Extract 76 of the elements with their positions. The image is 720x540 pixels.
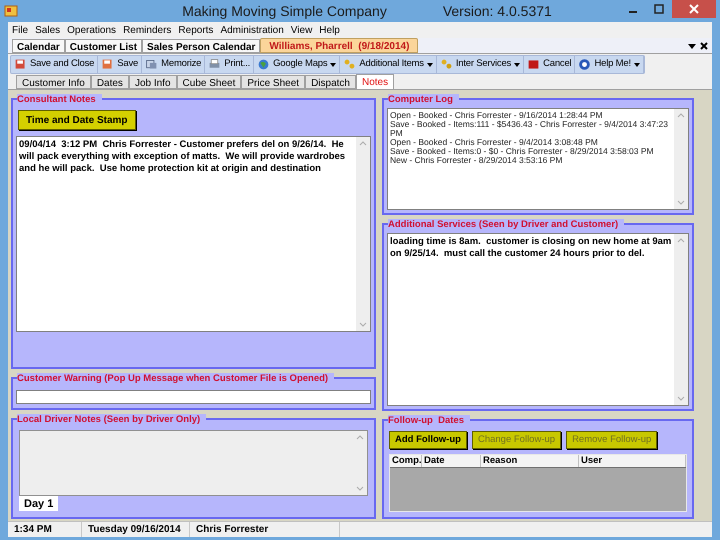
scroll-down-icon[interactable] <box>677 396 685 401</box>
toolbar-button[interactable]: Memorize <box>142 56 206 73</box>
close-icon <box>689 4 699 14</box>
document-tab[interactable]: Calendar <box>12 39 65 53</box>
document-icon <box>145 58 158 71</box>
log-entry: New - Chris Forrester - 8/29/2014 3:53:16 PM <box>390 156 564 165</box>
scrollbar[interactable] <box>356 137 370 331</box>
maximize-icon <box>654 4 664 14</box>
app-icon <box>4 4 18 18</box>
scroll-down-icon[interactable] <box>359 322 367 327</box>
log-entry: Save - Booked - Items:111 - $5436.43 - Chris Forrester - 9/4/2014 3:47:23 PM <box>390 120 669 138</box>
driver-notes-field[interactable] <box>19 430 368 496</box>
warning-field[interactable] <box>16 390 371 404</box>
menu-item[interactable]: Reminders <box>123 22 172 38</box>
notes-field[interactable]: 09/04/14 3:12 PM Chris Forrester - Customer prefers del on 9/26/14. He will pack everything with exception of matts. We will provide wardrobes and he will pack. Use home protection kit at origin and destination <box>16 136 371 332</box>
column-header[interactable]: Date <box>422 455 481 467</box>
stop-icon <box>527 58 540 71</box>
close-icon[interactable] <box>700 42 708 50</box>
toolbar-button[interactable]: Save <box>98 56 142 73</box>
close-button[interactable] <box>672 0 716 18</box>
stamp-button[interactable]: Time and Date Stamp <box>18 110 136 130</box>
toolbar-button[interactable]: Print... <box>205 56 254 73</box>
toolbar-button[interactable]: Save and Close <box>11 56 98 73</box>
scrollbar[interactable] <box>674 109 688 209</box>
toolbar-button[interactable]: Help Me! <box>575 56 644 73</box>
menu-item[interactable]: View <box>290 22 312 38</box>
scroll-down-icon[interactable] <box>677 200 685 205</box>
menu-item[interactable]: File <box>12 22 28 38</box>
tab[interactable]: Cube Sheet <box>176 75 242 89</box>
dropdown-icon[interactable] <box>688 44 696 48</box>
column-header[interactable]: Comp. <box>390 455 422 467</box>
printer-icon <box>208 58 222 71</box>
services-field[interactable]: loading time is 8am. customer is closing on new home at 9am on 9/25/14. must call the customer 24 hours prior to del. <box>387 233 689 406</box>
scrollbar[interactable] <box>674 234 688 405</box>
toolbar-button[interactable]: Inter Services <box>436 56 524 73</box>
menu-item[interactable]: Sales <box>35 22 60 38</box>
document-tab[interactable]: Customer List <box>64 39 142 53</box>
log-entry: Open - Booked - Chris Forrester - 9/16/2014 1:28:44 PM <box>390 111 604 120</box>
tab[interactable]: Customer Info <box>16 75 91 89</box>
status-text: 1:34 PM <box>8 522 82 537</box>
tab[interactable]: Job Info <box>128 75 177 89</box>
panel-title: Customer Warning (Pop Up Message when Customer File is Opened) <box>17 373 334 385</box>
tab[interactable]: Notes <box>356 74 394 89</box>
globe-icon <box>257 58 270 71</box>
scroll-up-icon[interactable] <box>359 141 367 146</box>
scroll-up-icon[interactable] <box>356 435 364 440</box>
tab[interactable]: Dispatch <box>305 75 356 89</box>
window-title: Making Moving Simple Company <box>182 2 387 21</box>
column-header[interactable]: Reason <box>481 455 579 467</box>
toolbar-button[interactable]: Google Maps <box>254 56 340 73</box>
document-tab[interactable]: Williams, Pharrell (9/18/2014) <box>260 38 418 53</box>
version-label: Version: 4.0.5371 <box>442 2 552 20</box>
menu-item[interactable]: Reports <box>178 22 214 38</box>
toolbar-button[interactable]: Additional Items <box>340 56 437 73</box>
status-text: Chris Forrester <box>190 522 340 537</box>
document-tab[interactable]: Sales Person Calendar <box>142 39 260 53</box>
scroll-up-icon[interactable] <box>677 113 685 118</box>
column-header[interactable]: User <box>579 455 686 467</box>
tab[interactable]: Dates <box>90 75 129 89</box>
status-text: Tuesday 09/16/2014 <box>82 522 190 537</box>
scroll-up-icon[interactable] <box>677 238 685 243</box>
panel-title: Computer Log <box>388 94 459 106</box>
minimize-icon <box>629 11 637 13</box>
log-entry: Open - Booked - Chris Forrester - 9/4/2014 3:08:48 PM <box>390 138 599 147</box>
day-tab[interactable]: Day 1 <box>19 496 58 511</box>
menu-item[interactable]: Administration <box>220 22 284 38</box>
panel-title: Follow-up Dates <box>388 415 470 427</box>
tab[interactable]: Price Sheet <box>241 75 306 89</box>
menu-item[interactable]: Operations <box>67 22 116 38</box>
log-entry: Save - Booked - Items:0 - $0 - Chris Forrester - 8/29/2014 3:58:03 PM <box>390 147 655 156</box>
scroll-down-icon[interactable] <box>356 486 364 491</box>
panel-title: Additional Services (Seen by Driver and Customer) <box>388 219 624 231</box>
panel-title: Local Driver Notes (Seen by Driver Only) <box>17 414 206 426</box>
menu-item[interactable]: Help <box>319 22 340 38</box>
toolbar-button[interactable]: Cancel <box>524 56 576 73</box>
follow-up-button[interactable]: Add Follow-up <box>389 431 467 449</box>
